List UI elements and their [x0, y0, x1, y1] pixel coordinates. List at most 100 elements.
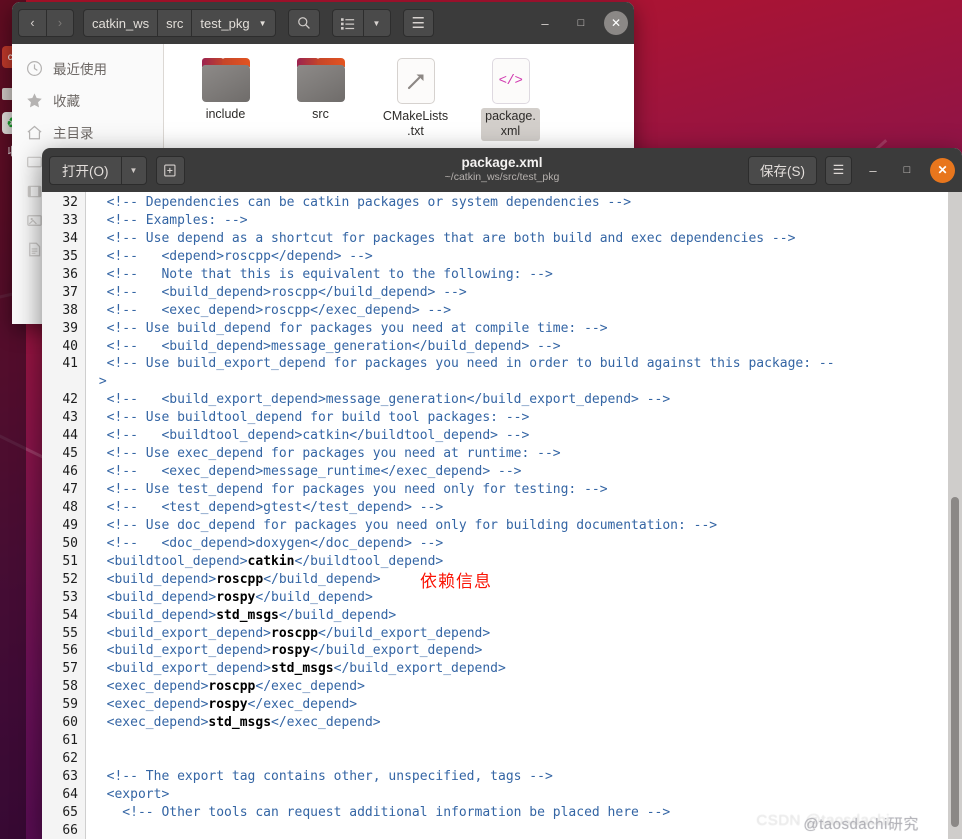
code-line[interactable]: <buildtool_depend>catkin</buildtool_depe…: [91, 553, 962, 571]
code-line[interactable]: <export>: [91, 786, 962, 804]
xml-file-icon: </>: [491, 58, 530, 104]
line-number: [42, 373, 85, 391]
code-line[interactable]: <!-- Examples: -->: [91, 212, 962, 230]
xml-tag: </build_export_depend>: [317, 625, 491, 641]
line-number: 39: [62, 320, 78, 336]
code-line[interactable]: <!-- <build_export_depend>message_genera…: [91, 391, 962, 409]
code-line[interactable]: <!-- Note that this is equivalent to the…: [91, 266, 962, 284]
code-line[interactable]: <exec_depend>rospy</exec_depend>: [91, 696, 962, 714]
view-mode-buttons[interactable]: ▼: [331, 9, 391, 37]
csdn-watermark: CSDN @taosdachi @taosdachi研究: [756, 812, 918, 833]
code-line[interactable]: <!-- Dependencies can be catkin packages…: [91, 194, 962, 212]
breadcrumb[interactable]: catkin_ws src test_pkg ▼: [83, 9, 276, 37]
xml-tag: </build_depend>: [255, 589, 373, 605]
code-line[interactable]: <!-- <build_depend>roscpp</build_depend>…: [91, 284, 962, 302]
file-item-src[interactable]: src: [273, 56, 368, 141]
gedit-close-button[interactable]: ✕: [930, 157, 955, 183]
chevron-down-icon: ▼: [258, 18, 267, 28]
xml-tag: </exec_depend>: [247, 697, 358, 713]
code-line[interactable]: >: [91, 373, 962, 391]
sidebar-item-favorites[interactable]: 收藏: [12, 84, 163, 116]
xml-comment: <!-- <buildtool_depend>catkin</buildtool…: [91, 428, 530, 444]
window-controls: – □ ✕: [532, 10, 628, 36]
code-line[interactable]: <!-- Use test_depend for packages you ne…: [91, 481, 962, 499]
gedit-minimize-button[interactable]: –: [860, 157, 886, 183]
nav-buttons[interactable]: ‹ ›: [18, 9, 74, 37]
search-icon[interactable]: [287, 9, 320, 37]
forward-button[interactable]: ›: [46, 9, 74, 37]
code-glyph-icon: </>: [498, 73, 523, 89]
file-item-package-xml[interactable]: </> package. xml: [463, 56, 558, 141]
open-chevron-down-icon[interactable]: ▼: [120, 155, 147, 185]
code-line[interactable]: <build_export_depend>std_msgs</build_exp…: [91, 660, 962, 678]
code-line[interactable]: <exec_depend>roscpp</exec_depend>: [91, 678, 962, 696]
xml-comment: <!-- <depend>roscpp</depend> -->: [91, 248, 373, 264]
xml-comment: <!-- <test_depend>gtest</test_depend> --…: [91, 499, 444, 515]
tag-value: rospy: [271, 643, 311, 659]
folder-icon: [201, 58, 250, 102]
code-line[interactable]: <build_depend>std_msgs</build_depend>: [91, 607, 962, 625]
file-item-cmakelists[interactable]: CMakeLists .txt: [368, 56, 463, 141]
code-line[interactable]: <!-- <exec_depend>roscpp</exec_depend> -…: [91, 302, 962, 320]
line-number: 37: [62, 284, 78, 300]
line-number: 56: [62, 643, 78, 659]
code-line[interactable]: <!-- <depend>roscpp</depend> -->: [91, 248, 962, 266]
xml-comment: <!-- <build_depend>roscpp</build_depend>…: [91, 284, 467, 300]
text-editor[interactable]: 32 33 34 35 36 37 38 39 40 41 42 43 44 45 46 47 48 49 50 51…: [42, 192, 962, 839]
line-number: 61: [62, 733, 78, 749]
hamburger-menu-icon[interactable]: ☰: [402, 9, 434, 37]
view-list-icon[interactable]: [331, 9, 363, 37]
code-area[interactable]: <!-- Dependencies can be catkin packages…: [86, 192, 962, 839]
code-line[interactable]: [91, 732, 962, 750]
view-chevron-down-icon[interactable]: ▼: [362, 9, 391, 37]
xml-tag: </build_depend>: [263, 571, 381, 587]
open-button-group[interactable]: 打开(O) ▼: [49, 155, 147, 185]
open-button[interactable]: 打开(O): [49, 155, 121, 185]
sidebar-item-recent[interactable]: 最近使用: [12, 52, 163, 84]
maximize-button[interactable]: □: [568, 10, 594, 36]
code-line[interactable]: <build_export_depend>roscpp</build_expor…: [91, 625, 962, 643]
breadcrumb-src[interactable]: src: [157, 9, 192, 37]
line-number: 50: [62, 535, 78, 551]
code-line[interactable]: <!-- The export tag contains other, unsp…: [91, 768, 962, 786]
line-number: 57: [62, 661, 78, 677]
sidebar-item-home[interactable]: 主目录: [12, 116, 163, 148]
code-line[interactable]: <!-- Use doc_depend for packages you nee…: [91, 517, 962, 535]
code-line[interactable]: <!-- Use depend as a shortcut for packag…: [91, 230, 962, 248]
code-line[interactable]: <!-- <build_depend>message_generation</b…: [91, 338, 962, 356]
code-line[interactable]: <!-- <buildtool_depend>catkin</buildtool…: [91, 427, 962, 445]
file-item-include[interactable]: include: [178, 56, 273, 141]
code-line[interactable]: <!-- Use build_export_depend for package…: [91, 355, 962, 373]
xml-tag: </build_depend>: [278, 607, 397, 623]
code-line[interactable]: [91, 750, 962, 768]
tag-value: std_msgs: [271, 661, 334, 677]
new-tab-button[interactable]: [155, 155, 185, 185]
breadcrumb-test-pkg[interactable]: test_pkg ▼: [191, 9, 276, 37]
code-line[interactable]: <!-- Use buildtool_depend for build tool…: [91, 409, 962, 427]
editor-scrollbar[interactable]: [948, 192, 962, 839]
gedit-window[interactable]: 打开(O) ▼ package.xml ~/catkin_ws/src/test…: [42, 148, 962, 839]
code-line[interactable]: <!-- <test_depend>gtest</test_depend> --…: [91, 499, 962, 517]
code-line[interactable]: <!-- <exec_depend>message_runtime</exec_…: [91, 463, 962, 481]
code-line[interactable]: <exec_depend>std_msgs</exec_depend>: [91, 714, 962, 732]
code-line[interactable]: <!-- Use exec_depend for packages you ne…: [91, 445, 962, 463]
minimize-button[interactable]: –: [532, 10, 558, 36]
code-line[interactable]: <build_export_depend>rospy</build_export…: [91, 642, 962, 660]
gedit-maximize-button[interactable]: □: [894, 157, 920, 183]
code-line[interactable]: <build_depend>roscpp</build_depend>: [91, 571, 962, 589]
line-number: 54: [62, 607, 78, 623]
code-line[interactable]: <build_depend>rospy</build_depend>: [91, 589, 962, 607]
line-number: 53: [62, 589, 78, 605]
scrollbar-thumb[interactable]: [951, 497, 959, 827]
code-line[interactable]: <!-- <doc_depend>doxygen</doc_depend> --…: [91, 535, 962, 553]
breadcrumb-catkin-ws[interactable]: catkin_ws: [83, 9, 158, 37]
xml-comment: <!-- <build_export_depend>message_genera…: [91, 392, 671, 408]
gedit-hamburger-menu-icon[interactable]: ☰: [825, 155, 852, 185]
close-button[interactable]: ✕: [604, 11, 628, 35]
annotation-dependency-info: 依赖信息: [420, 572, 492, 592]
tag-value: roscpp: [271, 625, 318, 641]
save-button[interactable]: 保存(S): [748, 155, 817, 185]
code-line[interactable]: <!-- Use build_depend for packages you n…: [91, 320, 962, 338]
xml-comment: <!-- <doc_depend>doxygen</doc_depend> --…: [91, 535, 444, 551]
back-button[interactable]: ‹: [18, 9, 46, 37]
